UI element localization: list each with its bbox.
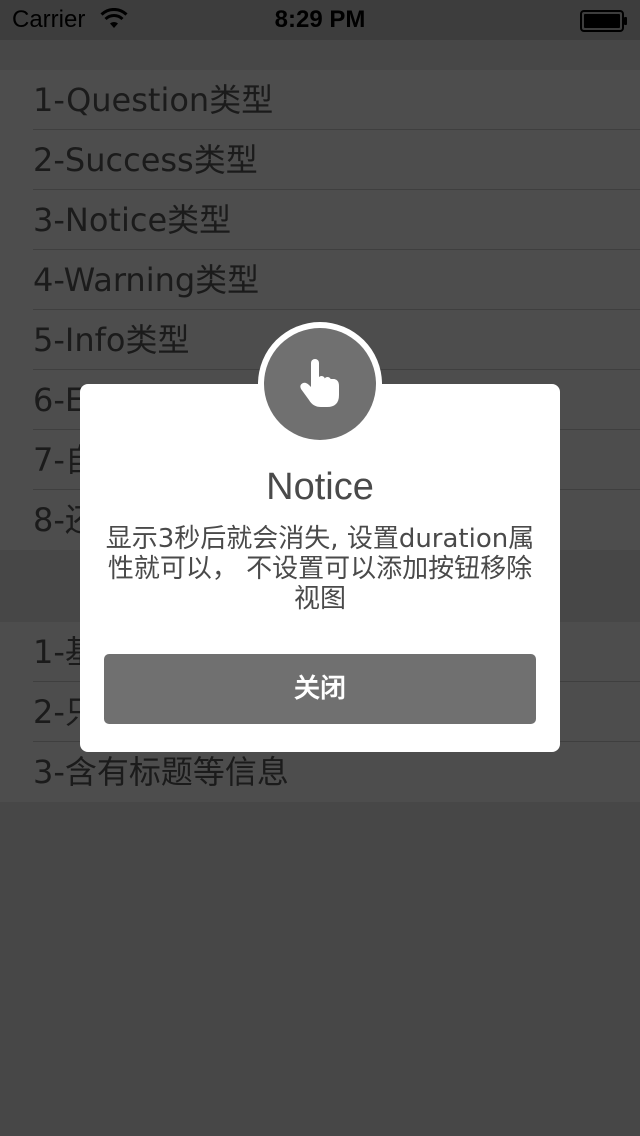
list-item-notice[interactable]: 3-Notice类型: [0, 190, 640, 250]
list-item-success[interactable]: 2-Success类型: [0, 130, 640, 190]
list-item-warning[interactable]: 4-Warning类型: [0, 250, 640, 310]
alert-icon-circle: [264, 328, 376, 440]
status-bar: Carrier 8:29 PM: [0, 0, 640, 40]
battery-icon: [580, 10, 627, 32]
alert-title: Notice: [266, 466, 374, 508]
hand-pointer-icon: [300, 359, 339, 407]
close-button[interactable]: 关闭: [104, 654, 536, 724]
status-time: 8:29 PM: [274, 6, 366, 33]
alert-message: 显示3秒后就会消失, 设置duration属性就可以， 不设置可以添加按钮移除视…: [105, 524, 535, 614]
list-item-question[interactable]: 1-Question类型: [0, 70, 640, 130]
